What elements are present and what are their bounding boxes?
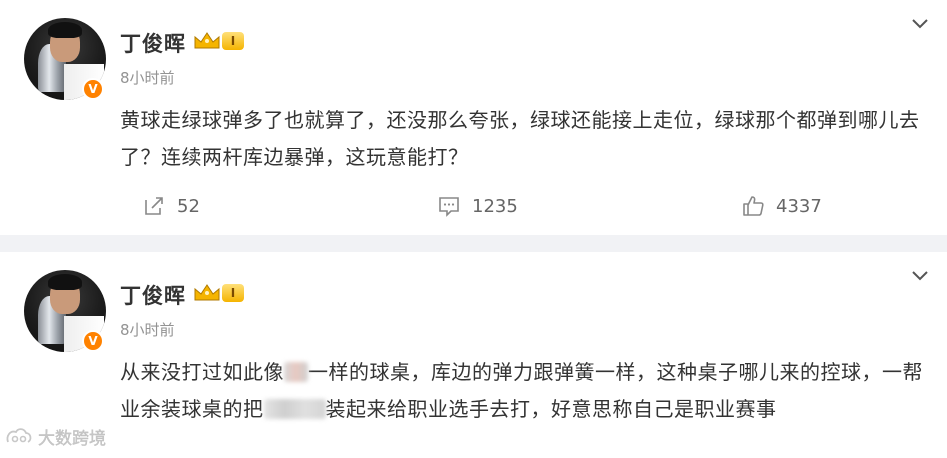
level-badge: I	[222, 32, 244, 50]
post-content: 黄球走绿球弹多了也就算了，还没那么夸张，绿球还能接上走位，绿球那个都弹到哪儿去了…	[120, 108, 920, 169]
comment-icon	[439, 197, 459, 217]
avatar-hair	[48, 274, 82, 290]
verified-badge: V	[82, 78, 104, 100]
repost-button[interactable]: 52	[143, 194, 200, 218]
post-time[interactable]: 8小时前	[120, 67, 175, 88]
post-content-part3: 装起来给职业选手去打，好意思称自己是职业赛事	[325, 397, 777, 421]
blurred-text	[284, 362, 308, 382]
post-separator	[0, 235, 947, 252]
repost-icon	[145, 197, 163, 215]
chevron-down-icon[interactable]	[911, 270, 929, 282]
post-time[interactable]: 8小时前	[120, 319, 175, 340]
chevron-down-icon[interactable]	[911, 18, 929, 30]
like-button[interactable]: 4337	[742, 194, 822, 218]
comment-button[interactable]: 1235	[438, 194, 518, 218]
crown-icon	[194, 284, 220, 301]
verified-badge: V	[82, 330, 104, 352]
thumbs-up-icon	[743, 196, 764, 216]
watermark-text: 大数跨境	[38, 429, 106, 449]
username[interactable]: 丁俊晖	[120, 28, 186, 58]
level-badge: I	[222, 284, 244, 302]
repost-count: 52	[177, 195, 200, 217]
comment-count: 1235	[472, 195, 518, 217]
username[interactable]: 丁俊晖	[120, 280, 186, 310]
crown-icon	[194, 32, 220, 49]
weibo-post-1: V 丁俊晖 I 8小时前 黄球走绿球弹多了也就算了，还没那么夸张，绿球还能接上走…	[0, 0, 947, 235]
post-content-part1: 从来没打过如此像	[120, 360, 284, 384]
weibo-post-2: V 丁俊晖 I 8小时前 从来没打过如此像 一样的球桌，库边的弹力跟弹簧一样，这种…	[0, 252, 947, 458]
post-content: 从来没打过如此像 一样的球桌，库边的弹力跟弹簧一样，这种桌子哪儿来的控球，一帮业余…	[120, 354, 940, 428]
watermark-logo-icon	[6, 427, 32, 443]
like-count: 4337	[776, 195, 822, 217]
avatar-hair	[48, 22, 82, 38]
watermark: 大数跨境	[4, 424, 106, 449]
blurred-text	[263, 399, 326, 419]
